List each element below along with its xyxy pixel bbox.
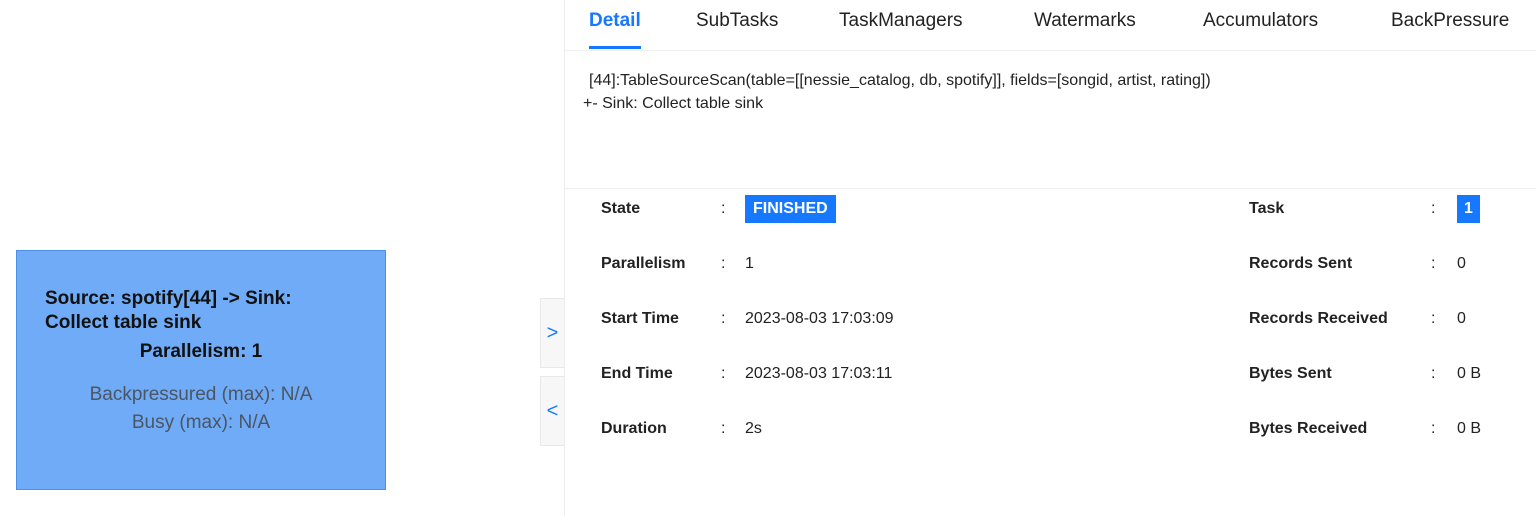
job-graph-pane[interactable]: Source: spotify[44] -> Sink: Collect tab… xyxy=(0,0,564,516)
detail-row-records-received: Records Received : 0 xyxy=(565,304,1536,334)
collapse-panel-button[interactable]: < xyxy=(540,376,564,446)
vertex-detail-pane: Detail SubTasks TaskManagers Watermarks … xyxy=(564,0,1536,516)
colon: : xyxy=(1431,310,1436,327)
execution-plan: [44]:TableSourceScan(table=[[nessie_cata… xyxy=(565,51,1536,189)
detail-row-bytes-received: Bytes Received : 0 B xyxy=(565,414,1536,444)
colon: : xyxy=(1431,255,1436,272)
node-parallelism: Parallelism: 1 xyxy=(139,341,263,362)
records-received-value: 0 xyxy=(1457,310,1466,327)
task-count-badge: 1 xyxy=(1457,195,1480,223)
colon: : xyxy=(1431,365,1436,382)
plan-line-1: [44]:TableSourceScan(table=[[nessie_cata… xyxy=(589,72,1211,89)
detail-tabs: Detail SubTasks TaskManagers Watermarks … xyxy=(565,0,1536,51)
bytes-received-label: Bytes Received xyxy=(1249,420,1368,437)
graph-node-source-sink[interactable]: Source: spotify[44] -> Sink: Collect tab… xyxy=(16,250,386,490)
bytes-sent-label: Bytes Sent xyxy=(1249,365,1332,382)
node-title: Source: spotify[44] -> Sink: Collect tab… xyxy=(45,288,292,333)
tab-backpressure[interactable]: BackPressure xyxy=(1391,10,1509,32)
detail-row-task: Task : 1 xyxy=(565,194,1536,224)
chevron-left-icon: < xyxy=(546,399,559,422)
bytes-received-value: 0 B xyxy=(1457,420,1482,437)
bytes-sent-value: 0 B xyxy=(1457,365,1482,382)
detail-row-bytes-sent: Bytes Sent : 0 B xyxy=(565,359,1536,389)
node-busy: Busy (max): N/A xyxy=(131,412,271,433)
tab-watermarks[interactable]: Watermarks xyxy=(1034,10,1136,32)
colon: : xyxy=(1431,200,1436,217)
tab-subtasks[interactable]: SubTasks xyxy=(696,10,778,32)
task-label: Task xyxy=(1249,200,1285,217)
chevron-right-icon: > xyxy=(546,321,559,344)
detail-row-records-sent: Records Sent : 0 xyxy=(565,249,1536,279)
tab-accumulators[interactable]: Accumulators xyxy=(1203,10,1318,32)
records-sent-value: 0 xyxy=(1457,255,1466,272)
tab-detail[interactable]: Detail xyxy=(589,10,641,49)
colon: : xyxy=(1431,420,1436,437)
plan-line-2: +- Sink: Collect table sink xyxy=(583,95,764,112)
node-backpressured: Backpressured (max): N/A xyxy=(89,384,313,405)
records-sent-label: Records Sent xyxy=(1249,255,1353,272)
tab-taskmanagers[interactable]: TaskManagers xyxy=(839,10,963,32)
expand-panel-button[interactable]: > xyxy=(540,298,564,368)
records-received-label: Records Received xyxy=(1249,310,1388,327)
